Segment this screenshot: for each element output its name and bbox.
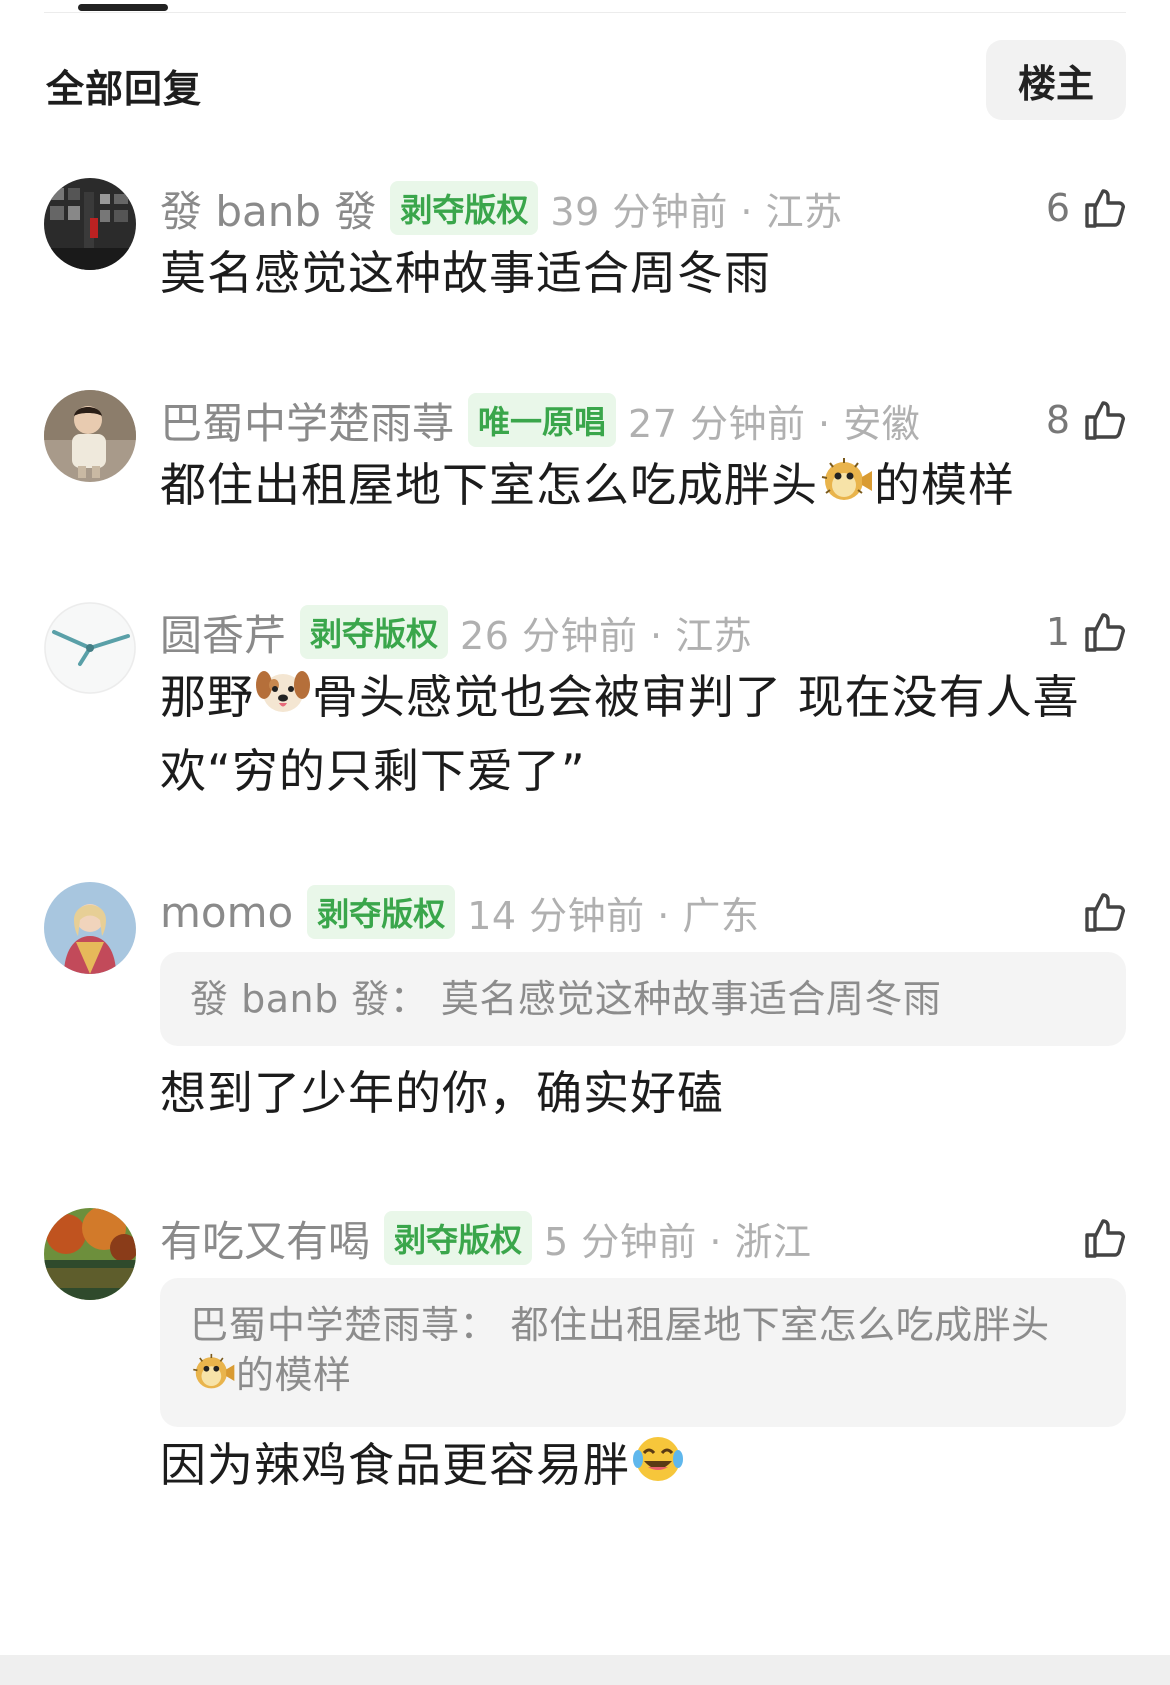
comment-text: 想到了少年的你，确实好磕 — [160, 1066, 724, 1120]
timestamp-location: 5 分钟前 · 浙江 — [544, 1219, 812, 1264]
username[interactable]: 巴蜀中学楚雨荨 — [160, 390, 454, 451]
thumbs-up-icon — [1085, 1219, 1125, 1258]
comment-text: 那野 骨头感觉也会被审判了 现在没有人喜欢“穷的只剩下爱了” — [160, 662, 1130, 806]
like-button[interactable] — [1070, 1208, 1126, 1268]
like-button[interactable]: 6 — [1046, 178, 1126, 238]
like-count: 8 — [1045, 398, 1070, 442]
like-count: 6 — [1045, 186, 1070, 230]
comment-meta: momo 剥夺版权 14 分钟前 · 广东 — [160, 882, 759, 942]
avatar[interactable] — [44, 1208, 136, 1300]
like-button[interactable] — [1070, 882, 1126, 942]
comment-text-part: 的模样 — [874, 458, 1015, 512]
quoted-text-part: 的模样 — [236, 1353, 352, 1397]
quoted-reply[interactable]: 發 banb 發： 莫名感觉这种故事适合周冬雨 — [160, 952, 1126, 1046]
username[interactable]: 有吃又有喝 — [160, 1208, 370, 1269]
user-badge: 剥夺版权 — [307, 885, 456, 939]
divider — [44, 12, 1126, 13]
tears-of-joy-emoji — [630, 1433, 686, 1504]
username[interactable]: momo — [160, 888, 293, 937]
timestamp-location: 26 分钟前 · 江苏 — [460, 613, 753, 658]
quoted-reply[interactable]: 巴蜀中学楚雨荨： 都住出租屋地下室怎么吃成胖头的模样 — [160, 1278, 1126, 1427]
comment-meta: 發 banb 發 剥夺版权 39 分钟前 · 江苏 — [160, 178, 843, 238]
avatar[interactable] — [44, 882, 136, 974]
username[interactable]: 圆香芹 — [160, 602, 286, 663]
comment-meta: 有吃又有喝 剥夺版权 5 分钟前 · 浙江 — [160, 1208, 812, 1268]
username[interactable]: 發 banb 發 — [160, 178, 376, 239]
comment-text: 都住出租屋地下室怎么吃成胖头 的模样 — [160, 450, 1130, 524]
like-button[interactable]: 8 — [1046, 390, 1126, 450]
comment-text-part: 都住出租屋地下室怎么吃成胖头 — [160, 458, 818, 512]
like-button[interactable]: 1 — [1046, 602, 1126, 662]
avatar[interactable] — [44, 178, 136, 270]
pufferfish-emoji — [190, 1351, 236, 1405]
pufferfish-emoji — [818, 454, 874, 524]
thumbs-up-icon — [1085, 613, 1125, 652]
avatar[interactable] — [44, 390, 136, 482]
comment-text: 因为辣鸡食品更容易胖 — [160, 1430, 1130, 1504]
comment-text: 莫名感觉这种故事适合周冬雨 — [160, 246, 771, 300]
thumbs-up-icon — [1085, 893, 1125, 932]
thumbs-up-icon — [1085, 401, 1125, 440]
active-tab-indicator — [78, 4, 168, 11]
comment-meta: 圆香芹 剥夺版权 26 分钟前 · 江苏 — [160, 602, 752, 662]
thumbs-up-icon — [1085, 189, 1125, 228]
user-badge: 剥夺版权 — [300, 605, 449, 659]
avatar[interactable] — [44, 602, 136, 694]
quoted-text-part: 巴蜀中学楚雨荨： 都住出租屋地下室怎么吃成胖头 — [190, 1303, 1050, 1347]
comment-text-part: 那野 — [160, 670, 254, 724]
timestamp-location: 39 分钟前 · 江苏 — [550, 189, 843, 234]
comment-meta: 巴蜀中学楚雨荨 唯一原唱 27 分钟前 · 安徽 — [160, 390, 920, 450]
replies-header: 全部回复 楼主 — [46, 40, 1126, 120]
like-count: 1 — [1045, 610, 1070, 654]
timestamp-location: 14 分钟前 · 广东 — [467, 893, 760, 938]
user-badge: 剥夺版权 — [384, 1211, 533, 1265]
op-only-button[interactable]: 楼主 — [986, 40, 1126, 120]
dog-face-emoji — [254, 665, 312, 736]
all-replies-title: 全部回复 — [46, 67, 203, 111]
bottom-bar — [0, 1655, 1170, 1685]
timestamp-location: 27 分钟前 · 安徽 — [628, 401, 921, 446]
user-badge: 剥夺版权 — [390, 181, 539, 235]
comment-text-part: 因为辣鸡食品更容易胖 — [160, 1438, 630, 1492]
user-badge: 唯一原唱 — [468, 393, 617, 447]
